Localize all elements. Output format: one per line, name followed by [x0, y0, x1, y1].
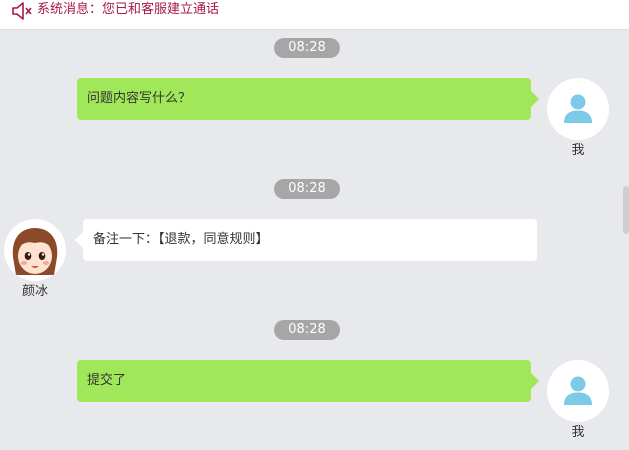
speaker-icon [12, 2, 32, 20]
scrollbar-thumb[interactable] [623, 186, 629, 234]
user-icon [564, 94, 592, 123]
my-message-bubble: 问题内容写什么？ [77, 78, 539, 120]
my-message-bubble: 提交了 [77, 360, 539, 402]
agent-message-bubble: 备注一下：【退款，同意规则】 [75, 219, 537, 261]
message-timestamp: 08:28 [274, 179, 340, 199]
agent-name-label: 颜冰 [21, 284, 48, 299]
my-avatar[interactable] [547, 360, 609, 422]
my-name-label: 我 [571, 425, 585, 440]
message-timestamp: 08:28 [274, 320, 340, 340]
agent-avatar[interactable] [4, 219, 66, 281]
my-avatar[interactable] [547, 78, 609, 140]
user-icon [564, 376, 592, 405]
cartoon-girl-avatar [12, 228, 58, 275]
message-timestamp: 08:28 [274, 38, 340, 58]
system-message-bar: 系统消息：您已和客服建立通话 [0, 0, 629, 30]
system-message-text: 系统消息：您已和客服建立通话 [37, 2, 220, 17]
my-name-label: 我 [571, 143, 585, 158]
